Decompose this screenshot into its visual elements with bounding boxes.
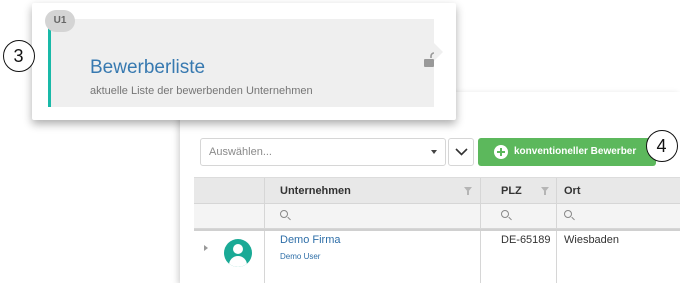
applicant-grid-panel: Auswählen... konventioneller Bewerber Un…	[180, 92, 680, 283]
add-button-label: konventioneller Bewerber	[514, 146, 637, 157]
expand-dropdown-button[interactable]	[448, 138, 474, 166]
column-divider	[556, 231, 557, 283]
callout-number: 3	[13, 46, 24, 66]
caret-down-icon	[431, 150, 437, 154]
column-divider	[264, 178, 265, 203]
expand-row-icon[interactable]	[204, 245, 208, 251]
tile-pointer	[434, 43, 443, 61]
company-name-link[interactable]: Demo Firma	[280, 234, 341, 246]
column-divider	[264, 204, 265, 228]
filter-icon[interactable]	[464, 187, 472, 195]
search-icon[interactable]	[501, 210, 509, 218]
callout-number: 4	[656, 136, 667, 156]
tile-subtitle: aktuelle Liste der bewerbenden Unternehm…	[90, 85, 313, 97]
screenshot-stage: Auswählen... konventioneller Bewerber Un…	[0, 0, 680, 283]
tile-badge-label: U1	[53, 15, 67, 26]
column-divider	[480, 231, 481, 283]
add-conventional-applicant-button[interactable]: konventioneller Bewerber	[478, 138, 656, 166]
filter-icon[interactable]	[541, 187, 549, 195]
selection-placeholder: Auswählen...	[209, 146, 272, 158]
column-divider	[556, 178, 557, 203]
tile-title: Bewerberliste	[90, 57, 206, 78]
column-header-company[interactable]: Unternehmen	[280, 185, 351, 197]
selection-dropdown[interactable]: Auswählen...	[200, 138, 446, 166]
grid-filter-row	[194, 204, 680, 229]
grid-header-row: Unternehmen PLZ Ort	[194, 177, 680, 204]
column-header-ort[interactable]: Ort	[564, 185, 581, 197]
plus-circle-icon	[494, 145, 508, 159]
cell-plz: DE-65189	[501, 234, 551, 246]
column-divider	[264, 231, 265, 283]
search-icon[interactable]	[564, 210, 572, 218]
avatar	[224, 239, 252, 267]
column-divider	[556, 204, 557, 228]
company-user-link[interactable]: Demo User	[280, 252, 320, 261]
table-row[interactable]: Demo Firma Demo User DE-65189 Wiesbaden	[194, 229, 680, 283]
cell-ort: Wiesbaden	[564, 234, 620, 246]
callout-marker: 4	[646, 130, 678, 162]
tile-badge: U1	[45, 10, 75, 32]
applicant-list-tile[interactable]: Bewerberliste aktuelle Liste der bewerbe…	[32, 3, 456, 120]
user-icon	[233, 244, 243, 254]
column-divider	[480, 178, 481, 203]
column-divider	[480, 204, 481, 228]
tile-body: Bewerberliste aktuelle Liste der bewerbe…	[48, 19, 438, 107]
search-icon[interactable]	[280, 210, 288, 218]
callout-marker: 3	[3, 40, 35, 72]
column-header-plz[interactable]: PLZ	[501, 185, 522, 197]
chevron-down-icon	[455, 148, 468, 156]
